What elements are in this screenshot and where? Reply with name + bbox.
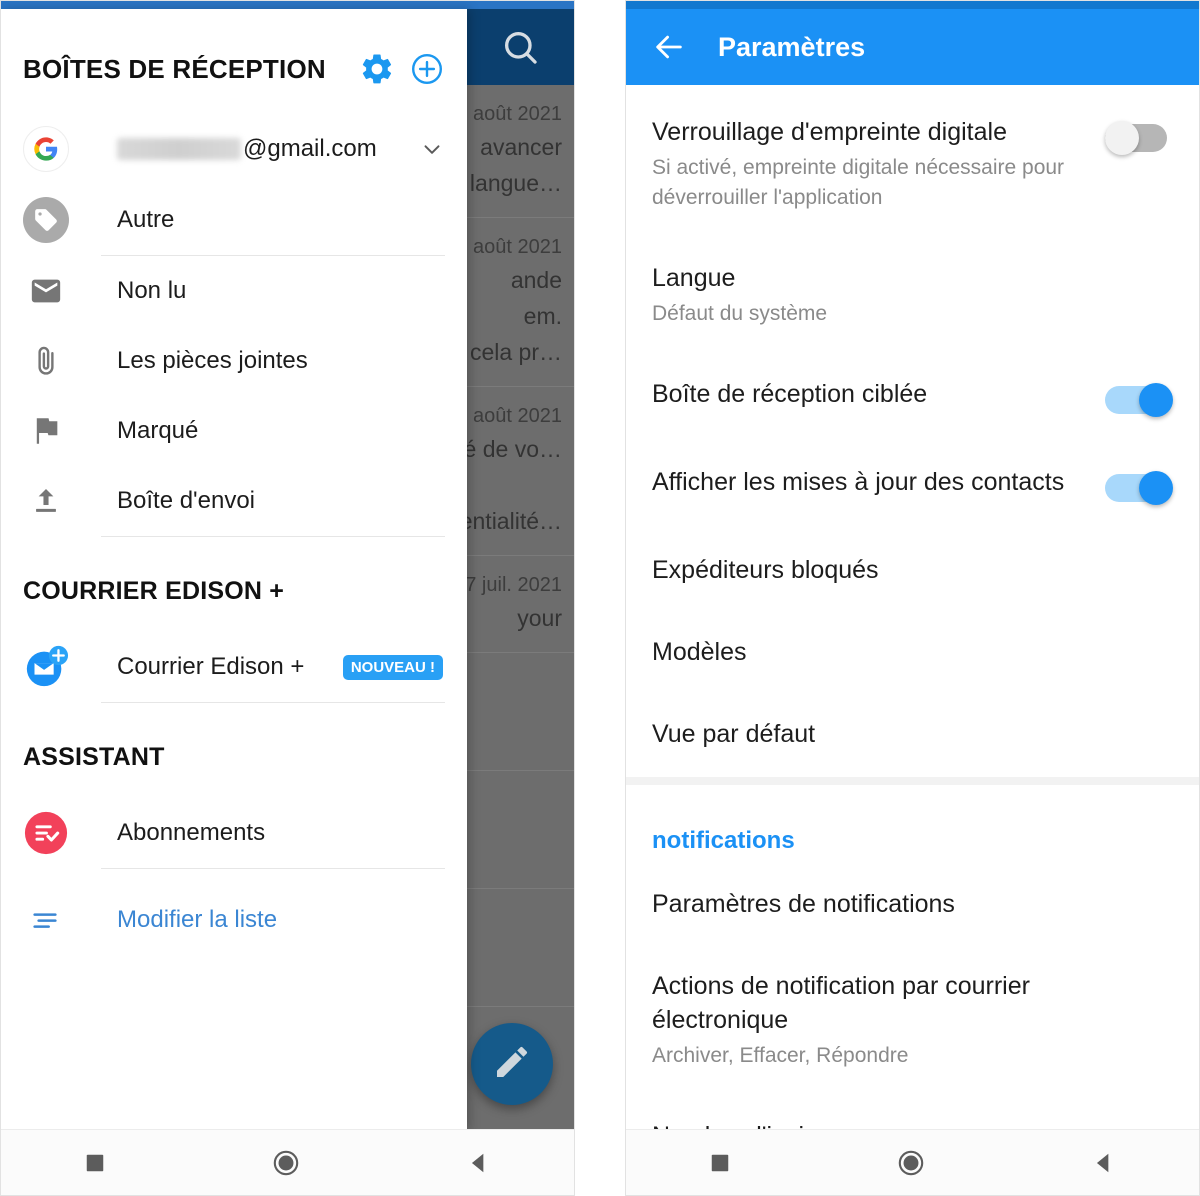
section-header-edison: COURRIER EDISON + [23, 577, 285, 605]
redacted-username [117, 138, 241, 160]
sidebar-item-edison-mail-plus[interactable]: Courrier Edison + NOUVEAU ! [1, 632, 467, 702]
sidebar-item-flagged[interactable]: Marqué [1, 396, 467, 466]
edit-list-label: Modifier la liste [117, 906, 278, 933]
subscriptions-icon [23, 810, 69, 856]
settings-group-general: Verrouillage d'empreinte digitale Si act… [626, 85, 1199, 785]
setting-title: Modèles [652, 638, 747, 666]
left-phone-screen: août 2021 avancer langue… août 2021 ande… [0, 0, 575, 1196]
setting-row-email-notification-actions[interactable]: Actions de notification par courrier éle… [626, 945, 1199, 1095]
settings-list: Verrouillage d'empreinte digitale Si act… [626, 85, 1199, 1180]
android-navigation-bar [626, 1129, 1199, 1195]
setting-title: Actions de notification par courrier éle… [652, 972, 1030, 1034]
triangle-back-icon[interactable] [466, 1150, 492, 1176]
sidebar-item-label: Boîte d'envoi [117, 487, 256, 514]
setting-subtitle: Archiver, Effacer, Répondre [652, 1044, 909, 1067]
sidebar-item-attachments[interactable]: Les pièces jointes [1, 326, 467, 396]
circle-home-icon[interactable] [272, 1149, 300, 1177]
compose-fab-button[interactable] [471, 1023, 553, 1105]
account-row[interactable]: @gmail.com [1, 113, 467, 185]
screenshot-stage: août 2021 avancer langue… août 2021 ande… [0, 0, 1200, 1196]
right-phone-screen: Paramètres Verrouillage d'empreinte digi… [625, 0, 1200, 1196]
flag-icon [23, 408, 69, 454]
setting-row-templates[interactable]: Modèles [626, 611, 1199, 693]
toggle-contact-updates[interactable] [1105, 471, 1173, 505]
setting-title: Langue [652, 264, 736, 292]
setting-row-contact-updates[interactable]: Afficher les mises à jour des contacts [626, 441, 1199, 529]
setting-row-default-view[interactable]: Vue par défaut [626, 693, 1199, 775]
setting-title: Paramètres de notifications [652, 890, 955, 918]
android-navigation-bar [1, 1129, 574, 1195]
navigation-drawer: BOÎTES DE RÉCEPTION @gmail.com Autre Non… [1, 9, 467, 1131]
setting-title: Vue par défaut [652, 720, 816, 748]
account-domain: @gmail.com [243, 135, 377, 162]
setting-title: Afficher les mises à jour des contacts [652, 468, 1065, 496]
paperclip-icon [23, 338, 69, 384]
settings-app-bar: Paramètres [626, 9, 1199, 85]
settings-group-notifications: notifications Paramètres de notification… [626, 785, 1199, 1180]
gear-icon[interactable] [359, 51, 395, 87]
sidebar-item-autre[interactable]: Autre [1, 185, 467, 255]
setting-row-focused-inbox[interactable]: Boîte de réception ciblée [626, 353, 1199, 441]
edit-list-icon [23, 897, 69, 943]
setting-title: Verrouillage d'empreinte digitale [652, 118, 1007, 146]
edit-list-button[interactable]: Modifier la liste [1, 885, 467, 955]
setting-row-notification-settings[interactable]: Paramètres de notifications [626, 863, 1199, 945]
section-header-notifications: notifications [652, 827, 795, 854]
circle-home-icon[interactable] [897, 1149, 925, 1177]
setting-subtitle: Si activé, empreinte digitale nécessaire… [652, 156, 1065, 209]
chevron-down-icon[interactable] [419, 136, 445, 162]
account-email: @gmail.com [117, 135, 419, 163]
status-bar-left [1, 1, 574, 9]
page-title: Paramètres [718, 31, 866, 62]
sidebar-item-label: Abonnements [117, 819, 266, 846]
triangle-back-icon[interactable] [1091, 1150, 1117, 1176]
plus-circle-icon[interactable] [409, 51, 445, 87]
status-badge: NOUVEAU ! [342, 654, 443, 680]
sidebar-item-label: Marqué [117, 417, 199, 444]
setting-title: Expéditeurs bloqués [652, 556, 879, 584]
setting-row-blocked-senders[interactable]: Expéditeurs bloqués [626, 529, 1199, 611]
edison-mail-plus-icon [23, 644, 69, 690]
google-icon [23, 126, 69, 172]
divider [101, 868, 445, 869]
arrow-back-icon[interactable] [652, 30, 686, 64]
sidebar-item-label: Les pièces jointes [117, 347, 308, 374]
square-recents-icon[interactable] [84, 1152, 106, 1174]
sidebar-item-unread[interactable]: Non lu [1, 256, 467, 326]
outbox-upload-icon [23, 478, 69, 524]
setting-subtitle: Défaut du système [652, 302, 828, 325]
envelope-icon [23, 268, 69, 314]
sidebar-item-label: Autre [117, 206, 175, 233]
search-icon[interactable] [500, 27, 540, 67]
sidebar-item-label: Non lu [117, 277, 187, 304]
drawer-header: BOÎTES DE RÉCEPTION [1, 9, 467, 113]
setting-row-fingerprint-lock[interactable]: Verrouillage d'empreinte digitale Si act… [626, 91, 1199, 237]
setting-title: Boîte de réception ciblée [652, 380, 928, 408]
section-header-assistant: ASSISTANT [23, 743, 165, 771]
sidebar-item-outbox[interactable]: Boîte d'envoi [1, 466, 467, 536]
setting-row-language[interactable]: Langue Défaut du système [626, 237, 1199, 353]
toggle-focused-inbox[interactable] [1105, 383, 1173, 417]
sidebar-item-subscriptions[interactable]: Abonnements [1, 798, 467, 868]
tag-icon [23, 197, 69, 243]
status-bar-right [626, 1, 1199, 9]
compose-icon [492, 1042, 532, 1087]
page-title: BOÎTES DE RÉCEPTION [23, 53, 326, 84]
square-recents-icon[interactable] [709, 1152, 731, 1174]
toggle-fingerprint-lock[interactable] [1105, 121, 1173, 155]
sidebar-item-label: Courrier Edison + [117, 653, 305, 680]
